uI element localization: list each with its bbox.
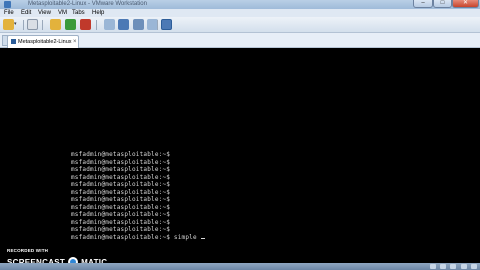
unity-icon[interactable] (133, 19, 144, 30)
terminal-line: msfadmin@metasploitable:~$ (71, 188, 171, 196)
power-dropdown-chevron-icon[interactable]: ▾ (14, 19, 20, 30)
tab-close-icon[interactable]: × (73, 36, 77, 48)
take-snapshot-icon[interactable] (80, 19, 91, 30)
terminal-line: msfadmin@metasploitable:~$ (71, 203, 171, 211)
suspend-icon[interactable] (50, 19, 61, 30)
full-screen-icon[interactable] (118, 19, 129, 30)
power-icon[interactable] (3, 19, 14, 30)
menu-vm[interactable]: VM (58, 9, 67, 17)
tray-network-icon[interactable] (430, 264, 436, 269)
window-title: Metasploitable2-Linux - VMware Workstati… (28, 1, 147, 7)
terminal-cursor (200, 237, 205, 239)
minimize-button[interactable]: – (413, 0, 433, 8)
taskbar (0, 263, 480, 270)
close-button[interactable]: ✕ (452, 0, 479, 8)
tray-clock-icon[interactable] (461, 264, 467, 269)
watermark-recorded-with: RECORDED WITH (7, 248, 49, 253)
menu-file[interactable]: File (4, 9, 14, 17)
menu-help[interactable]: Help (92, 9, 104, 17)
tab-metasploitable2-linux[interactable]: Metasploitable2-Linux × (7, 35, 79, 48)
console-view-icon[interactable] (161, 19, 172, 30)
menu-bar: File Edit View VM Tabs Help (0, 9, 480, 17)
terminal-input-line[interactable]: msfadmin@metasploitable:~$ simple (71, 234, 205, 242)
terminal-current-input: msfadmin@metasploitable:~$ simple (71, 233, 201, 241)
menu-tabs[interactable]: Tabs (72, 9, 85, 17)
vmware-app-icon (4, 1, 11, 8)
tray-show-desktop-icon[interactable] (471, 264, 477, 269)
terminal-line: msfadmin@metasploitable:~$ (71, 158, 171, 166)
vm-icon (11, 39, 16, 44)
toolbar-separator (42, 20, 43, 30)
terminal-line: msfadmin@metasploitable:~$ (71, 226, 171, 233)
maximize-button[interactable]: □ (433, 0, 452, 8)
menu-view[interactable]: View (38, 9, 51, 17)
snapshot-icon[interactable] (27, 19, 38, 30)
toolbar-separator (157, 20, 158, 30)
terminal-line: msfadmin@metasploitable:~$ (71, 151, 171, 158)
terminal-line: msfadmin@metasploitable:~$ (71, 166, 171, 173)
terminal-line: msfadmin@metasploitable:~$ (71, 173, 171, 181)
terminal-output: msfadmin@metasploitable:~$ msfadmin@meta… (71, 151, 205, 241)
revert-snapshot-icon[interactable] (65, 19, 76, 30)
vm-console[interactable]: msfadmin@metasploitable:~$ msfadmin@meta… (0, 48, 480, 270)
menu-edit[interactable]: Edit (21, 9, 31, 17)
tray-flag-icon[interactable] (450, 264, 456, 269)
terminal-line: msfadmin@metasploitable:~$ (71, 181, 171, 188)
terminal-line: msfadmin@metasploitable:~$ (71, 211, 171, 218)
tab-label: Metasploitable2-Linux (18, 39, 72, 45)
toolbar-separator (23, 20, 24, 30)
tray-volume-icon[interactable] (440, 264, 446, 269)
manage-snapshots-icon[interactable] (104, 19, 115, 30)
tab-bar: Metasploitable2-Linux × (0, 33, 480, 48)
toolbar: ▾ (0, 17, 480, 33)
terminal-line: msfadmin@metasploitable:~$ (71, 196, 171, 203)
toolbar-separator (96, 20, 97, 30)
terminal-line: msfadmin@metasploitable:~$ (71, 218, 171, 226)
title-bar: Metasploitable2-Linux - VMware Workstati… (0, 0, 480, 9)
